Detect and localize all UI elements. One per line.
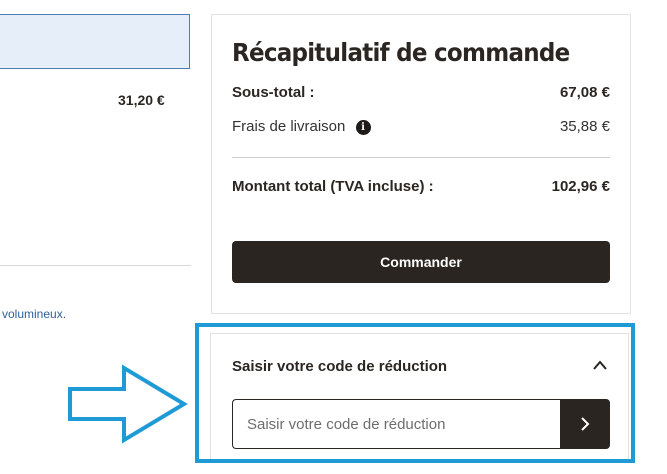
chevron-right-icon xyxy=(581,417,590,431)
subtotal-row: Sous-total : 67,08 € xyxy=(232,84,610,101)
cart-divider xyxy=(0,265,191,266)
total-value: 102,96 € xyxy=(551,178,610,195)
total-label: Montant total (TVA incluse) : xyxy=(232,178,434,195)
discount-code-input[interactable] xyxy=(232,399,562,449)
subtotal-value: 67,08 € xyxy=(559,84,610,101)
discount-submit-button[interactable] xyxy=(560,399,610,449)
chevron-up-icon[interactable] xyxy=(592,358,608,372)
info-icon[interactable]: i xyxy=(355,119,371,135)
arrow-right-outline-icon xyxy=(68,364,188,444)
subtotal-label: Sous-total : xyxy=(232,84,315,101)
cart-highlight-box xyxy=(0,14,190,69)
order-summary-title: Récapitulatif de commande xyxy=(232,38,570,67)
order-button[interactable]: Commander xyxy=(232,241,610,283)
shipping-note-link[interactable]: volumineux. xyxy=(2,307,66,321)
shipping-label: Frais de livraison xyxy=(232,118,346,135)
discount-code-title: Saisir votre code de réduction xyxy=(232,358,448,375)
shipping-value: 35,88 € xyxy=(559,118,610,135)
total-row: Montant total (TVA incluse) : 102,96 € xyxy=(232,178,610,195)
summary-divider xyxy=(232,157,610,158)
cart-item-price: 31,20 € xyxy=(118,92,165,108)
shipping-row: Frais de livraison i 35,88 € xyxy=(232,118,610,135)
